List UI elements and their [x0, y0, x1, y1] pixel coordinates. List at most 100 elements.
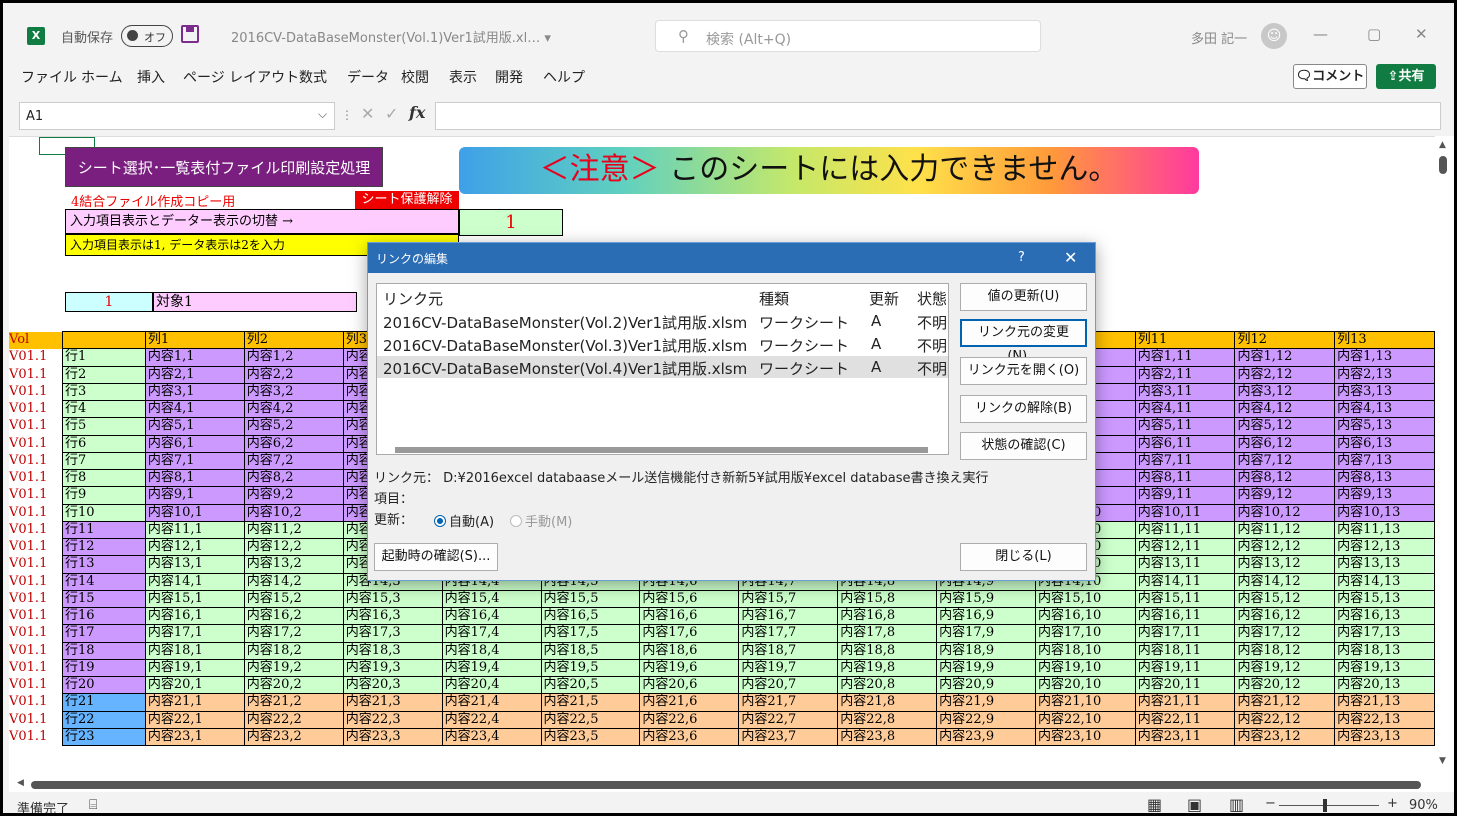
open-source-button[interactable]: リンク元を開く(O) — [960, 357, 1087, 385]
row-label[interactable]: 行22 — [61, 710, 146, 729]
table-cell[interactable]: 内容13,11 — [1134, 555, 1236, 574]
target-number-cell[interactable]: 1 — [65, 292, 153, 312]
table-cell[interactable]: 内容15,9 — [936, 589, 1037, 609]
vol-cell[interactable]: V01.1 — [9, 401, 62, 418]
tab-developer[interactable]: 開発 — [495, 67, 523, 87]
zoom-slider-thumb[interactable] — [1323, 799, 1327, 812]
table-cell[interactable]: 内容20,8 — [837, 675, 938, 695]
table-cell[interactable]: 内容1,12 — [1234, 348, 1336, 367]
table-cell[interactable]: 内容8,2 — [243, 468, 344, 488]
table-cell[interactable]: 内容7,1 — [144, 451, 245, 471]
insert-function-icon[interactable]: fx — [409, 103, 425, 122]
table-cell[interactable]: 内容2,11 — [1134, 365, 1236, 384]
row-label[interactable]: 行5 — [61, 417, 146, 436]
table-cell[interactable]: 内容11,2 — [243, 520, 344, 540]
row-label[interactable]: 行1 — [61, 348, 146, 367]
horizontal-scroll-thumb[interactable] — [31, 781, 1421, 789]
table-cell[interactable]: 内容9,12 — [1234, 486, 1336, 505]
dialog-close-icon[interactable]: ✕ — [1064, 248, 1077, 267]
save-icon[interactable] — [181, 25, 199, 43]
table-cell[interactable]: 内容20,7 — [738, 675, 839, 695]
table-cell[interactable]: 内容16,3 — [342, 606, 443, 626]
table-cell[interactable]: 内容3,13 — [1334, 382, 1435, 402]
table-cell[interactable]: 内容21,8 — [837, 693, 938, 712]
table-cell[interactable]: 内容19,9 — [936, 658, 1037, 678]
table-cell[interactable]: 内容12,1 — [144, 537, 245, 557]
table-cell[interactable]: 内容20,5 — [540, 675, 641, 695]
vol-cell[interactable]: V01.1 — [9, 642, 62, 659]
help-icon[interactable]: ? — [1018, 250, 1025, 265]
table-cell[interactable]: 内容23,4 — [441, 727, 542, 747]
table-cell[interactable]: 内容23,3 — [342, 727, 443, 747]
table-cell[interactable]: 内容19,10 — [1035, 658, 1136, 678]
tab-file[interactable]: ファイル — [21, 67, 77, 87]
table-cell[interactable]: 内容17,4 — [441, 624, 542, 643]
column-header[interactable]: 列12 — [1234, 330, 1336, 350]
row-label[interactable]: 行8 — [61, 468, 146, 488]
table-cell[interactable]: 内容6,2 — [243, 434, 344, 453]
unlock-sheet-button[interactable]: シート保護解除 — [355, 191, 459, 209]
table-cell[interactable]: 内容19,11 — [1134, 658, 1236, 678]
row-label[interactable]: 行20 — [61, 675, 146, 695]
table-cell[interactable]: 内容6,1 — [144, 434, 245, 453]
table-cell[interactable]: 内容13,13 — [1334, 555, 1435, 574]
tab-insert[interactable]: 挿入 — [137, 67, 165, 87]
table-cell[interactable]: 内容6,13 — [1334, 434, 1435, 453]
table-cell[interactable]: 内容5,1 — [144, 417, 245, 436]
table-cell[interactable]: 内容17,6 — [639, 624, 740, 643]
table-cell[interactable]: 内容15,13 — [1334, 589, 1435, 609]
table-cell[interactable]: 内容23,12 — [1234, 727, 1336, 747]
close-window-button[interactable]: ✕ — [1415, 25, 1428, 43]
row-label[interactable]: 行21 — [61, 693, 146, 712]
table-cell[interactable]: 内容7,12 — [1234, 451, 1336, 471]
table-cell[interactable]: 内容18,11 — [1134, 641, 1236, 660]
table-cell[interactable]: 内容3,12 — [1234, 382, 1336, 402]
avatar[interactable]: ☺ — [1261, 23, 1287, 49]
vol-cell[interactable]: V01.1 — [9, 608, 62, 625]
table-cell[interactable]: 内容22,1 — [144, 710, 245, 729]
vol-cell[interactable]: V01.1 — [9, 539, 62, 556]
table-cell[interactable]: 内容23,6 — [639, 727, 740, 747]
table-cell[interactable]: 内容5,13 — [1334, 417, 1435, 436]
table-cell[interactable]: 内容9,11 — [1134, 486, 1236, 505]
row-label[interactable]: 行15 — [61, 589, 146, 609]
row-label[interactable]: 行18 — [61, 641, 146, 660]
table-cell[interactable]: 内容10,1 — [144, 503, 245, 522]
scroll-left-icon[interactable]: ◀ — [17, 778, 24, 788]
table-cell[interactable]: 内容18,6 — [639, 641, 740, 660]
table-cell[interactable]: 内容16,8 — [837, 606, 938, 626]
table-cell[interactable]: 内容19,7 — [738, 658, 839, 678]
table-cell[interactable]: 内容17,1 — [144, 624, 245, 643]
manual-update-radio[interactable]: 手動(M) — [510, 511, 572, 530]
table-cell[interactable]: 内容22,12 — [1234, 710, 1336, 729]
break-link-button[interactable]: リンクの解除(B) — [960, 395, 1087, 423]
table-cell[interactable]: 内容12,11 — [1134, 537, 1236, 557]
list-horizontal-scrollbar[interactable] — [395, 447, 928, 453]
table-cell[interactable]: 内容20,12 — [1234, 675, 1336, 695]
table-cell[interactable]: 内容18,8 — [837, 641, 938, 660]
table-cell[interactable]: 内容20,4 — [441, 675, 542, 695]
table-cell[interactable]: 内容1,2 — [243, 348, 344, 367]
table-cell[interactable]: 内容21,12 — [1234, 693, 1336, 712]
row-label[interactable]: 行14 — [61, 572, 146, 591]
table-cell[interactable]: 内容9,13 — [1334, 486, 1435, 505]
table-cell[interactable]: 内容19,1 — [144, 658, 245, 678]
link-row[interactable]: 2016CV-DataBaseMonster(Vol.2)Ver1試用版.xls… — [377, 310, 948, 332]
corner-cell[interactable] — [61, 330, 146, 350]
scroll-down-icon[interactable]: ▼ — [1439, 756, 1446, 766]
table-cell[interactable]: 内容19,12 — [1234, 658, 1336, 678]
table-cell[interactable]: 内容21,7 — [738, 693, 839, 712]
vol-cell[interactable]: V01.1 — [9, 349, 62, 366]
links-list[interactable]: リンク元 種類 更新 状態 2016CV-DataBaseMonster(Vol… — [376, 283, 949, 455]
vol-cell[interactable]: V01.1 — [9, 383, 62, 400]
table-cell[interactable]: 内容16,4 — [441, 606, 542, 626]
vol-cell[interactable]: V01.1 — [9, 590, 62, 607]
table-cell[interactable]: 内容22,10 — [1035, 710, 1136, 729]
table-cell[interactable]: 内容20,3 — [342, 675, 443, 695]
horizontal-scrollbar[interactable]: ◀ — [9, 778, 1454, 792]
table-cell[interactable]: 内容19,8 — [837, 658, 938, 678]
table-cell[interactable]: 内容23,5 — [540, 727, 641, 747]
table-cell[interactable]: 内容15,4 — [441, 589, 542, 609]
table-cell[interactable]: 内容21,5 — [540, 693, 641, 712]
print-settings-button[interactable]: シート選択･一覧表付ファイル印刷設定処理 — [65, 147, 383, 187]
